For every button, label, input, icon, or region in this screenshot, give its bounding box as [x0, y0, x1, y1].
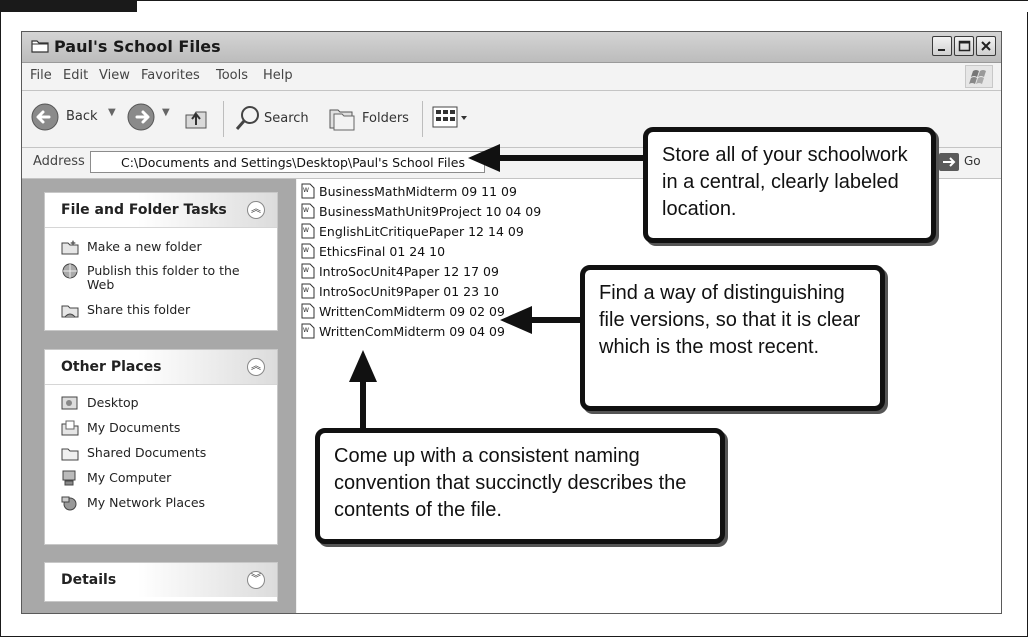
share-folder-icon — [61, 305, 79, 318]
globe-icon — [62, 263, 78, 279]
details-panel: Details ︾ — [44, 562, 278, 602]
figure-label-tab — [0, 0, 137, 12]
windows-logo-icon — [965, 65, 993, 88]
network-icon — [61, 496, 77, 511]
menu-file[interactable]: File — [30, 68, 52, 83]
minimize-icon — [938, 49, 945, 51]
svg-text:W: W — [303, 267, 309, 274]
toolbar-separator — [422, 101, 423, 137]
menu-favorites[interactable]: Favorites — [141, 68, 200, 83]
back-arrow-icon[interactable] — [30, 102, 60, 132]
svg-text:W: W — [303, 307, 309, 314]
views-icon[interactable] — [432, 106, 470, 130]
menu-edit[interactable]: Edit — [63, 68, 88, 83]
figure-top-rule — [137, 0, 1028, 1]
callout-naming-convention: Come up with a consistent naming convent… — [315, 428, 725, 544]
search-label[interactable]: Search — [264, 111, 309, 126]
back-label[interactable]: Back — [66, 109, 98, 124]
svg-text:W: W — [303, 247, 309, 254]
svg-text:W: W — [303, 207, 309, 214]
svg-text:W: W — [303, 187, 309, 194]
new-folder-icon — [61, 240, 79, 255]
panel-header[interactable]: Details ︾ — [45, 563, 277, 597]
menu-bar: File Edit View Favorites Tools Help — [22, 63, 1001, 91]
maximize-button[interactable] — [954, 36, 974, 56]
close-icon — [981, 41, 991, 51]
go-label[interactable]: Go — [964, 154, 981, 168]
go-button[interactable] — [939, 153, 959, 171]
close-button[interactable] — [976, 36, 996, 56]
word-document-icon: W — [301, 283, 315, 299]
search-icon[interactable] — [234, 104, 262, 132]
up-folder-icon[interactable] — [182, 103, 212, 133]
file-folder-tasks-panel: File and Folder Tasks ︽ Make a new folde… — [44, 192, 278, 331]
back-dropdown-icon[interactable]: ▼ — [108, 107, 116, 118]
documents-folder-icon — [61, 420, 79, 436]
svg-text:W: W — [303, 227, 309, 234]
word-document-icon: W — [301, 223, 315, 239]
address-input[interactable]: C:\Documents and Settings\Desktop\Paul's… — [90, 151, 485, 173]
callout-file-versions: Find a way of distinguishing file versio… — [580, 265, 885, 411]
callout-central-location: Store all of your schoolwork in a centra… — [643, 127, 936, 243]
word-document-icon: W — [301, 323, 315, 339]
task-pane: File and Folder Tasks ︽ Make a new folde… — [22, 179, 296, 613]
toolbar-separator — [223, 101, 224, 137]
menu-help[interactable]: Help — [263, 68, 293, 83]
window-title: Paul's School Files — [54, 37, 221, 56]
panel-header[interactable]: File and Folder Tasks ︽ — [45, 193, 277, 228]
menu-view[interactable]: View — [99, 68, 130, 83]
maximize-icon — [958, 40, 971, 52]
collapse-chevron-icon[interactable]: ︽ — [247, 201, 265, 219]
word-document-icon: W — [301, 183, 315, 199]
shared-folder-icon — [61, 448, 79, 461]
title-bar: Paul's School Files — [22, 32, 1001, 63]
desktop-icon — [61, 396, 78, 410]
svg-text:W: W — [303, 327, 309, 334]
panel-title: Other Places — [61, 359, 162, 375]
word-document-icon: W — [301, 263, 315, 279]
menu-tools[interactable]: Tools — [216, 68, 248, 83]
minimize-button[interactable] — [932, 36, 952, 56]
other-places-panel: Other Places ︽ Desktop My Documents Shar… — [44, 349, 278, 545]
word-document-icon: W — [301, 203, 315, 219]
panel-title: File and Folder Tasks — [61, 202, 227, 218]
word-document-icon: W — [301, 243, 315, 259]
address-label: Address — [33, 154, 85, 169]
word-document-icon: W — [301, 303, 315, 319]
expand-chevron-icon[interactable]: ︾ — [247, 571, 265, 589]
folders-icon[interactable] — [327, 104, 357, 132]
forward-arrow-icon[interactable] — [126, 102, 156, 132]
go-arrow-icon — [943, 157, 956, 167]
svg-text:W: W — [303, 287, 309, 294]
forward-dropdown-icon[interactable]: ▼ — [162, 107, 170, 118]
panel-title: Details — [61, 572, 117, 588]
computer-icon — [62, 470, 76, 486]
folder-icon — [31, 40, 49, 53]
collapse-chevron-icon[interactable]: ︽ — [247, 358, 265, 376]
folders-label[interactable]: Folders — [362, 111, 409, 126]
panel-header[interactable]: Other Places ︽ — [45, 350, 277, 385]
